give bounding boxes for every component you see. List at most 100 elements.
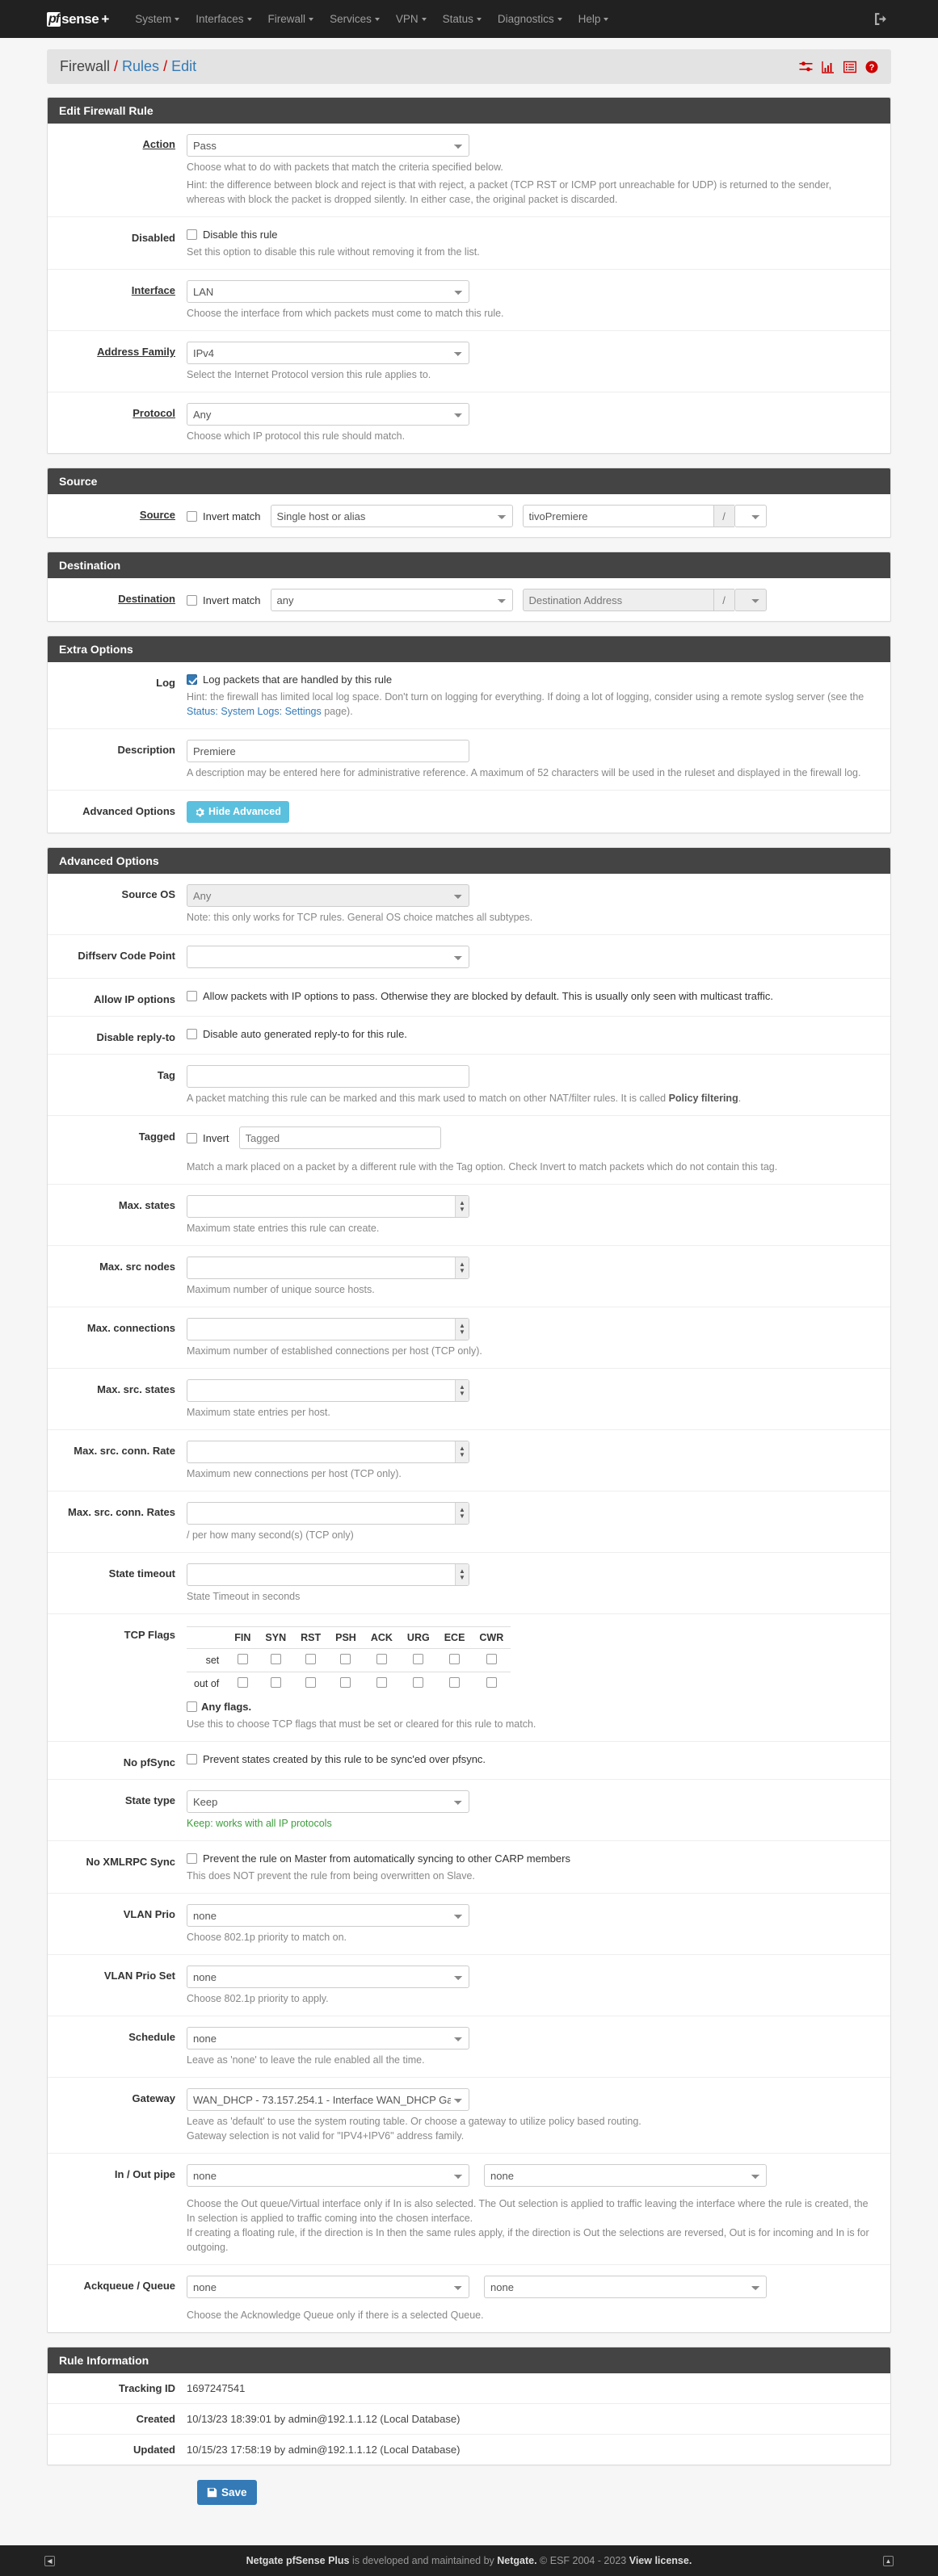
interface-select[interactable]: LAN [187,280,469,303]
allow-ip-options-label[interactable]: Allow packets with IP options to pass. O… [203,989,773,1003]
in-pipe-select[interactable]: none [187,2164,469,2187]
destination-type-select[interactable]: any [270,589,513,611]
source-invert-match-label[interactable]: Invert match [203,510,261,523]
max-src-conn-rate-input[interactable] [187,1441,469,1463]
nav-item-interfaces[interactable]: Interfaces [187,0,259,38]
max-src-conn-rate-spinner[interactable]: ▲ ▼ [455,1441,469,1462]
state-timeout-input[interactable] [187,1563,469,1586]
source-mask-select[interactable] [734,505,767,527]
tagged-invert-label[interactable]: Invert [203,1131,229,1145]
save-button[interactable]: Save [197,2480,257,2505]
tcp-flag-outof-cwr-checkbox[interactable] [486,1677,497,1688]
any-flags-label[interactable]: Any flags. [201,1700,251,1714]
tcp-flag-set-fin-checkbox[interactable] [237,1654,248,1664]
max-states-spinner[interactable]: ▲ ▼ [455,1196,469,1217]
tcp-flag-outof-rst-checkbox[interactable] [305,1677,317,1688]
nav-item-vpn[interactable]: VPN [388,0,435,38]
nav-item-system[interactable]: System [127,0,187,38]
tcp-flag-outof-ack-checkbox[interactable] [376,1677,387,1688]
nav-item-services[interactable]: Services [322,0,388,38]
max-src-nodes-spinner[interactable]: ▲ ▼ [455,1257,469,1278]
breadcrumb-rules-link[interactable]: Rules [122,58,159,75]
tcp-flag-set-ack-checkbox[interactable] [376,1654,387,1664]
tcp-flag-set-cwr-checkbox[interactable] [486,1654,497,1664]
queue-select[interactable]: none [484,2276,767,2298]
disable-replyto-label[interactable]: Disable auto generated reply-to for this… [203,1027,407,1041]
ackqueue-select[interactable]: none [187,2276,469,2298]
description-input[interactable] [187,740,469,762]
state-type-select[interactable]: Keep [187,1790,469,1813]
footer-left-toggle[interactable]: ◀ [44,2555,55,2566]
tcp-flag-set-ece-checkbox[interactable] [449,1654,461,1664]
max-src-conn-rates-spinner[interactable]: ▲ ▼ [455,1503,469,1524]
tcp-flag-outof-urg-checkbox[interactable] [413,1677,424,1688]
sliders-icon[interactable] [799,61,813,73]
max-connections-input[interactable] [187,1318,469,1340]
no-xmlrpc-sync-label[interactable]: Prevent the rule on Master from automati… [203,1852,570,1865]
disable-rule-checkbox[interactable] [187,229,197,240]
tcp-flag-outof-fin-checkbox[interactable] [237,1677,248,1688]
max-src-conn-rates-input[interactable] [187,1502,469,1525]
destination-address-input[interactable] [522,589,713,611]
source-os-select[interactable]: Any [187,884,469,907]
destination-mask-select[interactable] [734,589,767,611]
max-connections-spinner[interactable]: ▲ ▼ [455,1319,469,1340]
hide-advanced-button[interactable]: Hide Advanced [187,801,289,823]
system-logs-settings-link[interactable]: Status: System Logs: Settings [187,706,322,717]
no-pfsync-label[interactable]: Prevent states created by this rule to b… [203,1752,486,1766]
action-select[interactable]: Pass [187,134,469,157]
out-pipe-select[interactable]: none [484,2164,767,2187]
tagged-invert-checkbox[interactable] [187,1132,197,1143]
destination-invert-match-checkbox[interactable] [187,594,197,606]
source-type-select[interactable]: Single host or alias [270,505,513,527]
footer-right-toggle[interactable]: ▲ [883,2555,894,2566]
gateway-help-1: Leave as 'default' to use the system rou… [187,2116,641,2127]
disable-rule-label[interactable]: Disable this rule [203,228,278,241]
tcp-flag-set-rst-checkbox[interactable] [305,1654,317,1664]
schedule-select[interactable]: none [187,2027,469,2049]
vlan-prio-set-select[interactable]: none [187,1966,469,1988]
no-xmlrpc-sync-checkbox[interactable] [187,1853,197,1864]
gateway-select[interactable]: WAN_DHCP - 73.157.254.1 - Interface WAN_… [187,2088,469,2111]
nav-item-diagnostics[interactable]: Diagnostics [490,0,570,38]
protocol-select[interactable]: Any [187,403,469,426]
chart-bar-icon[interactable] [822,61,835,73]
view-license-link[interactable]: View license. [629,2555,692,2566]
nav-item-help[interactable]: Help [570,0,617,38]
tcp-flag-set-syn-checkbox[interactable] [270,1654,281,1664]
tcp-flag-outof-psh-checkbox[interactable] [340,1677,351,1688]
log-packets-checkbox[interactable] [187,674,197,685]
no-pfsync-checkbox[interactable] [187,1754,197,1764]
tcp-flag-outof-ece-checkbox[interactable] [449,1677,461,1688]
tcp-flag-set-urg-checkbox[interactable] [413,1654,424,1664]
max-src-states-input[interactable] [187,1379,469,1402]
destination-invert-match-label[interactable]: Invert match [203,594,261,607]
logout-icon[interactable] [874,12,891,26]
nav-label: Status [442,13,473,25]
max-states-input[interactable] [187,1195,469,1218]
source-invert-match-checkbox[interactable] [187,510,197,522]
breadcrumb-edit-link[interactable]: Edit [171,58,196,75]
log-packets-label[interactable]: Log packets that are handled by this rul… [203,673,392,686]
diffserv-code-point-select[interactable] [187,946,469,968]
row-source-os: Source OS Any Note: this only works for … [48,874,890,935]
nav-item-status[interactable]: Status [435,0,490,38]
nav-item-firewall[interactable]: Firewall [260,0,322,38]
tag-input[interactable] [187,1065,469,1088]
allow-ip-options-checkbox[interactable] [187,991,197,1001]
tcp-flag-set-psh-checkbox[interactable] [340,1654,351,1664]
row-address-family: Address Family IPv4 Select the Internet … [48,331,890,392]
address-family-select[interactable]: IPv4 [187,342,469,364]
tagged-input[interactable] [238,1126,441,1149]
list-icon[interactable] [843,61,856,73]
any-flags-checkbox[interactable] [187,1701,197,1712]
pfsense-logo[interactable]: pf sense + [47,11,109,27]
max-src-nodes-input[interactable] [187,1257,469,1279]
help-circle-icon[interactable]: ? [865,61,878,73]
max-src-states-spinner[interactable]: ▲ ▼ [455,1380,469,1401]
tcp-flag-outof-syn-checkbox[interactable] [270,1677,281,1688]
source-address-input[interactable] [522,505,713,527]
disable-replyto-checkbox[interactable] [187,1029,197,1039]
state-timeout-spinner[interactable]: ▲ ▼ [455,1564,469,1585]
vlan-prio-select[interactable]: none [187,1904,469,1927]
